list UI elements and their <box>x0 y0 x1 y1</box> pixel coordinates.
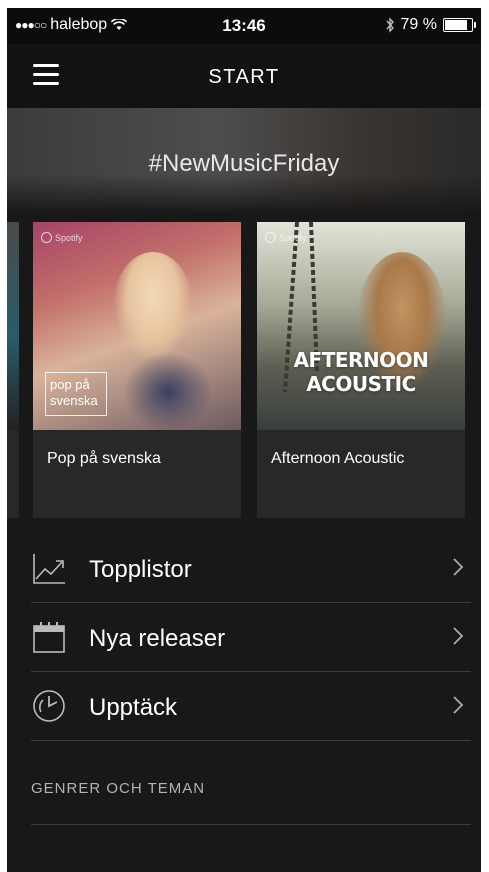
spotify-logo: Spotify <box>265 232 307 243</box>
menu-item-topplistor[interactable]: Topplistor <box>31 534 471 603</box>
spotify-logo: Spotify <box>41 232 83 243</box>
status-right: 79 % <box>385 16 476 34</box>
section-title: GENRER OCH TEMAN <box>31 780 206 797</box>
chart-icon <box>33 554 65 584</box>
menu-item-label: Topplistor <box>89 556 192 583</box>
menu-item-upptack[interactable]: Upptäck <box>31 672 471 741</box>
battery-fill <box>445 20 468 30</box>
chevron-right-icon <box>453 627 464 645</box>
browse-menu: Topplistor Nya releaser Upptäck <box>31 534 471 741</box>
section-header-genres[interactable]: GENRER OCH TEMAN <box>31 780 471 825</box>
discover-icon <box>33 690 65 722</box>
playlist-cover <box>7 222 19 430</box>
cover-figure <box>113 252 193 362</box>
cover-overlay-text: AFTERNOON ACOUSTIC <box>293 348 429 396</box>
cover-overlay-text: pop på svenska <box>45 372 107 416</box>
swing-chain <box>283 222 319 393</box>
page-title: START <box>208 66 280 88</box>
menu-item-nya-releaser[interactable]: Nya releaser <box>31 603 471 672</box>
chevron-right-icon <box>453 696 464 714</box>
playlist-card[interactable]: Spotify pop på svenska Pop på svenska <box>33 222 241 518</box>
playlist-cover: Spotify pop på svenska <box>33 222 241 430</box>
nav-bar: START <box>7 44 481 108</box>
playlist-card[interactable]: Spotify AFTERNOON ACOUSTIC Afternoon Aco… <box>257 222 465 518</box>
bluetooth-icon <box>385 17 394 33</box>
playlist-card-label: Afternoon Acoustic <box>271 450 405 467</box>
hero-title: #NewMusicFriday <box>148 150 340 177</box>
battery-icon <box>443 18 476 32</box>
playlist-card-partial-left[interactable] <box>7 222 19 518</box>
hero-banner[interactable]: #NewMusicFriday <box>7 108 481 214</box>
menu-item-label: Nya releaser <box>89 625 226 652</box>
calendar-icon <box>33 622 65 653</box>
battery-percent: 79 % <box>400 16 437 33</box>
playlist-card-label: Pop på svenska <box>47 450 161 467</box>
chevron-right-icon <box>453 558 464 576</box>
cover-figure-clothing <box>123 352 213 430</box>
playlist-cover: Spotify AFTERNOON ACOUSTIC <box>257 222 465 430</box>
menu-item-label: Upptäck <box>89 694 178 721</box>
playlist-carousel[interactable]: Spotify pop på svenska Pop på svenska Sp… <box>7 222 481 518</box>
phone-screen: ●●●○○ halebop 13:46 79 % START #NewMusic… <box>7 8 481 872</box>
status-bar: ●●●○○ halebop 13:46 79 % <box>7 8 481 44</box>
